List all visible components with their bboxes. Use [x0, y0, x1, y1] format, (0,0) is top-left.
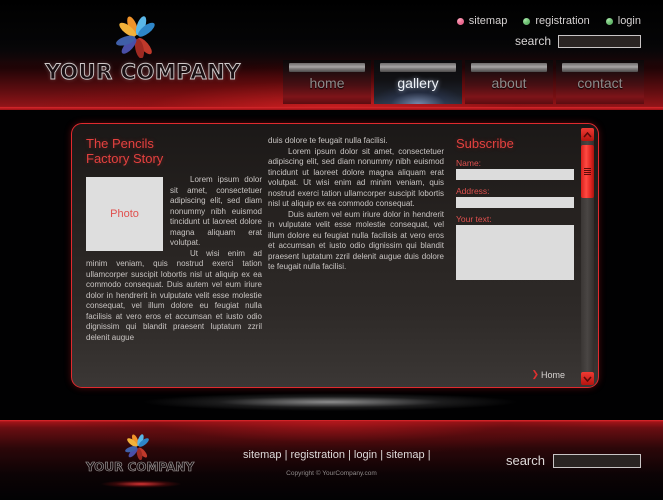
subscribe-title: Subscribe — [456, 136, 514, 151]
nav-cap — [380, 63, 456, 72]
header-search-label: search — [514, 34, 551, 48]
middle-paragraph: Duis autem vel eum iriure dolor in hendr… — [268, 209, 444, 272]
panel-scrollbar[interactable] — [581, 128, 594, 385]
header-logo[interactable]: YOUR COMPANY — [38, 16, 248, 94]
bullet-icon — [605, 17, 613, 25]
footer-link-sitemap[interactable]: sitemap — [243, 449, 282, 461]
bullet-icon — [456, 17, 464, 25]
top-link-label: sitemap — [468, 15, 508, 27]
nav-cap — [471, 63, 547, 72]
nav-item-about[interactable]: about — [465, 60, 553, 104]
content-panel: The Pencils Factory Story Photo Lorem ip… — [71, 123, 599, 388]
header-search: search — [515, 34, 641, 48]
top-link-sitemap[interactable]: sitemap — [456, 15, 508, 27]
address-input[interactable] — [456, 197, 574, 208]
company-name: YOUR COMPANY — [45, 60, 241, 85]
middle-paragraph: duis dolore te feugait nulla facilisi. — [268, 136, 388, 145]
home-link[interactable]: ❯ Home — [531, 369, 565, 380]
top-link-label: registration — [535, 15, 590, 27]
footer-logo-glow — [88, 477, 194, 491]
header-top-links: sitemap registration login — [456, 15, 641, 27]
top-link-registration[interactable]: registration — [523, 15, 590, 27]
nav-item-contact[interactable]: contact — [556, 60, 644, 104]
nav-item-gallery[interactable]: gallery — [374, 60, 462, 104]
nav-cap — [562, 63, 638, 72]
nav-label: gallery — [397, 75, 439, 91]
nav-cap — [289, 63, 365, 72]
grip-icon — [584, 168, 591, 175]
nav-label: about — [491, 75, 527, 91]
footer-search-label: search — [505, 453, 545, 468]
scroll-down-button[interactable] — [581, 372, 594, 385]
home-link-label: Home — [540, 369, 565, 380]
footer-separator: | — [284, 449, 288, 461]
scroll-thumb[interactable] — [581, 145, 594, 198]
main-stage: The Pencils Factory Story Photo Lorem ip… — [0, 110, 663, 422]
copyright-text: Copyright © YourCompany.com — [286, 470, 377, 477]
flower-logo-icon — [116, 16, 155, 58]
your-text-label: Your text: — [456, 214, 492, 224]
name-input[interactable] — [456, 169, 574, 180]
name-label: Name: — [456, 158, 482, 168]
bullet-icon — [523, 17, 531, 25]
site-header: YOUR COMPANY sitemap registration login … — [0, 0, 663, 110]
your-text-textarea[interactable] — [456, 225, 574, 280]
page-root: YOUR COMPANY sitemap registration login … — [0, 0, 663, 500]
footer-link-login[interactable]: login — [354, 449, 377, 461]
middle-body: duis dolore te feugait nulla facilisi. L… — [268, 136, 444, 273]
top-link-label: login — [617, 15, 641, 27]
chevron-down-icon — [583, 375, 592, 382]
middle-paragraph: Lorem ipsum dolor sit amet, consectetuer… — [268, 146, 444, 209]
main-navigation: home gallery about contact — [283, 60, 644, 104]
story-title-line1: The Pencils — [86, 136, 154, 151]
footer-search: search — [506, 453, 641, 468]
footer-link-sitemap-2[interactable]: sitemap — [386, 449, 425, 461]
subscribe-column: Subscribe Name: Address: Your text: — [456, 136, 574, 280]
footer-separator: | — [380, 449, 384, 461]
footer-link-registration[interactable]: registration — [291, 449, 345, 461]
footer-separator: | — [427, 449, 431, 461]
address-label: Address: — [456, 186, 490, 196]
story-title-line2: Factory Story — [86, 151, 164, 166]
nav-label: contact — [577, 75, 623, 91]
story-column: The Pencils Factory Story Photo Lorem ip… — [86, 136, 262, 343]
chevron-right-icon: ❯ — [531, 369, 539, 379]
footer-links: sitemap | registration | login | sitemap… — [243, 449, 431, 461]
footer-search-input[interactable] — [553, 453, 641, 468]
nav-item-home[interactable]: home — [283, 60, 371, 104]
nav-label: home — [309, 75, 345, 91]
middle-column: duis dolore te feugait nulla facilisi. L… — [268, 136, 444, 273]
story-title: The Pencils Factory Story — [86, 136, 262, 166]
panel-under-glow — [80, 382, 580, 422]
footer-top-rule — [0, 420, 663, 422]
scroll-up-button[interactable] — [581, 128, 594, 141]
story-paragraph: Ut wisi enim ad minim veniam, quis nostr… — [86, 248, 262, 342]
top-link-login[interactable]: login — [605, 15, 641, 27]
footer-separator: | — [348, 449, 351, 461]
chevron-up-icon — [583, 131, 592, 138]
header-search-input[interactable] — [558, 34, 641, 48]
photo-placeholder[interactable]: Photo — [86, 177, 163, 251]
flower-logo-icon — [125, 434, 149, 460]
